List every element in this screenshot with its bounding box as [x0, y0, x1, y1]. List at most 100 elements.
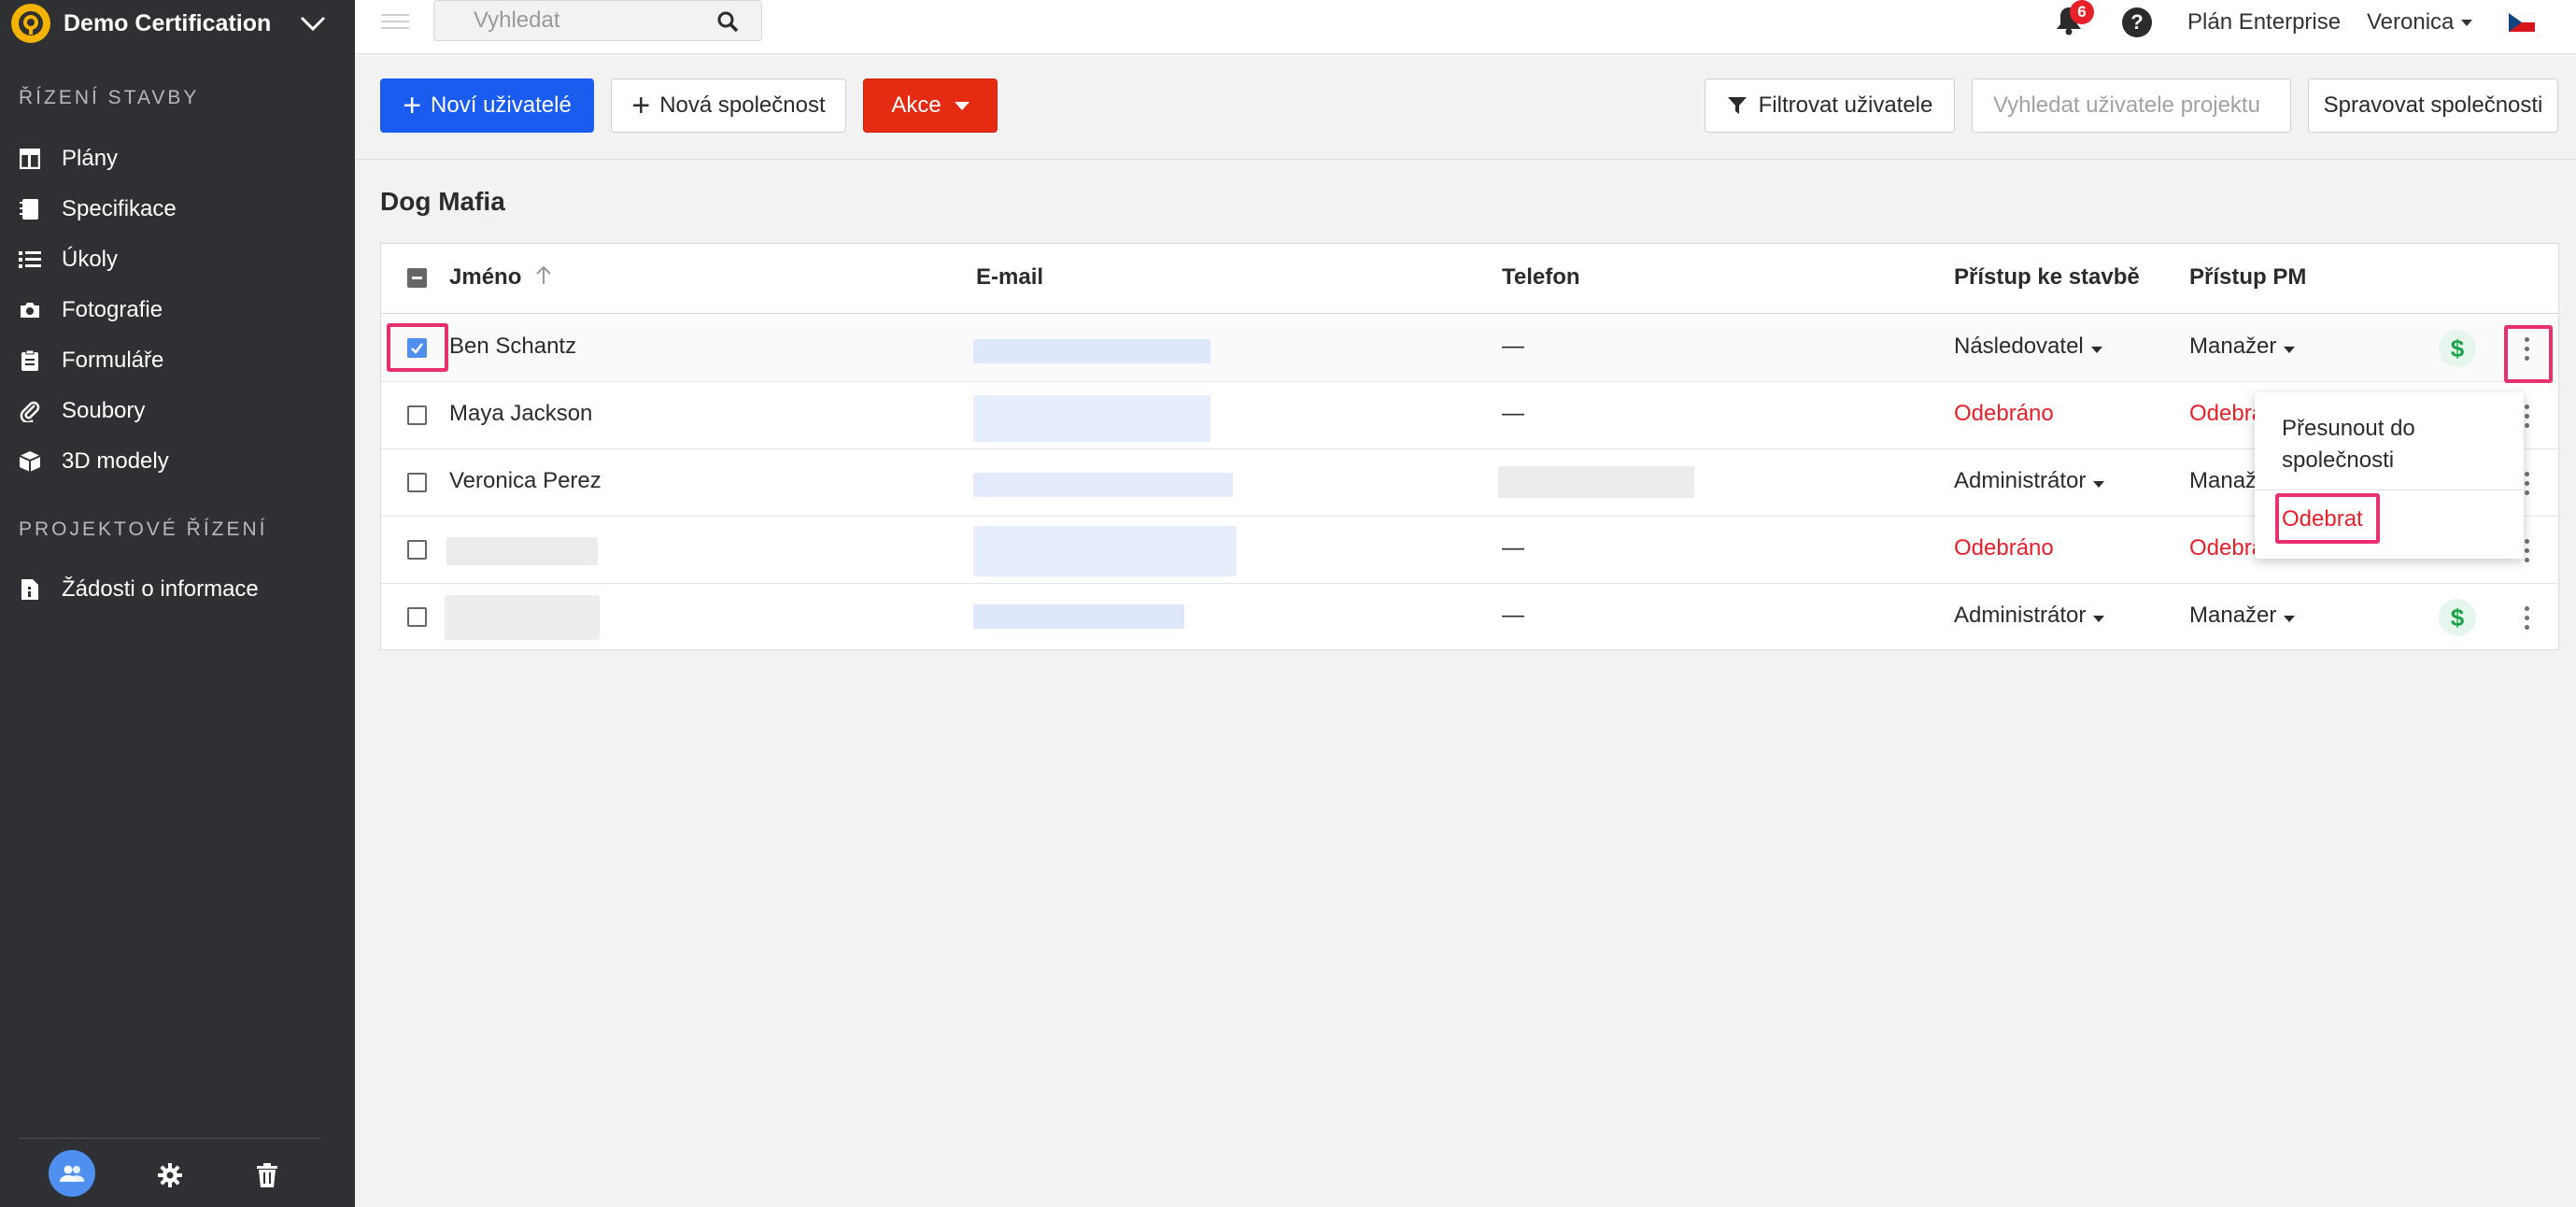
sidebar-item-forms[interactable]: Formuláře: [0, 337, 355, 384]
sidebar-item-label: Specifikace: [62, 196, 177, 221]
sidebar-item-label: Žádosti o informace: [62, 576, 259, 602]
construction-access-status: Odebráno: [1954, 401, 2054, 426]
actions-button[interactable]: Akce: [863, 78, 998, 133]
sidebar-header[interactable]: Demo Certification: [0, 0, 355, 47]
search-icon[interactable]: [716, 10, 739, 37]
project-title: Demo Certification: [64, 9, 272, 36]
plan-label[interactable]: Plán Enterprise: [2187, 9, 2341, 36]
dollar-icon[interactable]: $: [2439, 330, 2476, 367]
redacted-email: [973, 395, 1210, 442]
column-header-phone[interactable]: Telefon: [1502, 264, 1580, 291]
table-row[interactable]: Maya Jackson — Odebráno Odebráno: [381, 382, 2558, 449]
redacted-email: [973, 473, 1233, 497]
tasks-icon: [19, 248, 41, 271]
gear-icon[interactable]: [146, 1151, 194, 1200]
row-actions-dropdown: Přesunout do společnosti Odebrat: [2255, 392, 2524, 559]
search-input[interactable]: [474, 7, 698, 34]
user-name: Veronica Perez: [449, 468, 602, 493]
section-construction-heading: ŘÍZENÍ STAVBY: [19, 87, 200, 108]
sidebar-item-plans[interactable]: Plány: [0, 135, 355, 182]
plus-icon: +: [403, 88, 422, 123]
toolbar-divider: [355, 159, 2576, 160]
move-to-company-menu-item[interactable]: Přesunout do společnosti: [2282, 413, 2469, 476]
camera-icon: [19, 299, 41, 321]
construction-access-dropdown[interactable]: Administrátor: [1954, 468, 2105, 494]
redacted-name: [446, 537, 598, 565]
construction-access-dropdown[interactable]: Následovatel: [1954, 334, 2102, 360]
sidebar-item-label: Úkoly: [62, 247, 119, 272]
hamburger-menu-icon[interactable]: [381, 9, 409, 36]
column-header-name[interactable]: Jméno: [449, 264, 552, 291]
help-icon[interactable]: ?: [2122, 7, 2152, 37]
pm-access-dropdown[interactable]: Manažer: [2189, 603, 2296, 629]
czech-flag-icon[interactable]: [2508, 12, 2536, 32]
sidebar-item-label: Formuláře: [62, 348, 164, 373]
table-header: Jméno E-mail Telefon Přístup ke stavbě P…: [381, 244, 2558, 314]
user-name: Veronica: [2367, 9, 2455, 35]
cube-icon: [19, 450, 41, 473]
user-phone: —: [1502, 334, 1524, 359]
sidebar-footer-divider: [19, 1138, 321, 1139]
sidebar-item-rfi[interactable]: Žádosti o informace: [0, 566, 355, 613]
remove-menu-item[interactable]: Odebrat: [2282, 506, 2363, 532]
sidebar-item-label: 3D modely: [62, 448, 169, 474]
redacted-email: [973, 526, 1237, 576]
dollar-icon[interactable]: $: [2439, 599, 2476, 636]
trash-icon[interactable]: [243, 1151, 291, 1200]
user-phone: —: [1502, 401, 1524, 426]
new-company-button[interactable]: + Nová společnost: [611, 78, 846, 133]
sidebar: Demo Certification ŘÍZENÍ STAVBY Plány S…: [0, 0, 355, 1207]
sidebar-item-specifications[interactable]: Specifikace: [0, 186, 355, 233]
chevron-down-icon[interactable]: [299, 9, 327, 37]
row-checkbox[interactable]: [407, 405, 427, 425]
clipboard-icon: [19, 349, 41, 372]
table-row[interactable]: Ben Schantz — Následovatel Manažer $: [381, 315, 2558, 382]
table-row[interactable]: — Odebráno Odebráno: [381, 517, 2558, 584]
new-users-button[interactable]: + Noví uživatelé: [380, 78, 594, 133]
column-header-pm-access[interactable]: Přístup PM: [2189, 264, 2306, 291]
sidebar-item-3d-models[interactable]: 3D modely: [0, 438, 355, 485]
column-header-email[interactable]: E-mail: [976, 264, 1043, 291]
table-row[interactable]: Veronica Perez Administrátor Manažer: [381, 449, 2558, 517]
redacted-phone: [1498, 466, 1694, 498]
redacted-email: [973, 339, 1210, 363]
sidebar-item-label: Soubory: [62, 398, 146, 423]
row-checkbox[interactable]: [407, 338, 427, 358]
row-checkbox[interactable]: [407, 607, 427, 627]
sidebar-item-photos[interactable]: Fotografie: [0, 287, 355, 334]
filter-icon: [1727, 95, 1748, 116]
row-checkbox[interactable]: [407, 473, 427, 492]
caret-down-icon: [2461, 19, 2473, 26]
table-row[interactable]: — Administrátor Manažer $: [381, 584, 2558, 651]
redacted-name: [445, 595, 600, 640]
plus-icon: +: [631, 88, 651, 123]
sidebar-item-tasks[interactable]: Úkoly: [0, 236, 355, 283]
sidebar-item-label: Plány: [62, 146, 119, 171]
construction-access-dropdown[interactable]: Administrátor: [1954, 603, 2105, 629]
user-phone: —: [1502, 603, 1524, 628]
select-all-checkbox[interactable]: [407, 268, 427, 288]
manage-companies-button[interactable]: Spravovat společnosti: [2308, 78, 2558, 133]
sidebar-item-files[interactable]: Soubory: [0, 388, 355, 434]
user-name: Ben Schantz: [449, 334, 577, 359]
caret-down-icon: [2093, 481, 2105, 488]
user-phone: —: [1502, 535, 1524, 561]
app-logo-icon: [11, 4, 50, 43]
user-menu[interactable]: Veronica: [2367, 9, 2473, 36]
column-header-construction-access[interactable]: Přístup ke stavbě: [1954, 264, 2140, 291]
caret-down-icon: [2093, 616, 2105, 622]
top-bar: 6 ? Plán Enterprise Veronica: [355, 0, 2576, 54]
filter-users-button[interactable]: Filtrovat uživatele: [1705, 78, 1955, 133]
global-search[interactable]: [433, 0, 762, 41]
company-name-heading: Dog Mafia: [380, 187, 505, 216]
users-icon[interactable]: [49, 1150, 95, 1197]
row-actions-menu-icon[interactable]: [2512, 599, 2541, 636]
users-table: Jméno E-mail Telefon Přístup ke stavbě P…: [380, 243, 2559, 650]
specs-icon: [19, 198, 41, 220]
row-actions-menu-icon[interactable]: [2512, 330, 2541, 367]
project-users-search-input[interactable]: [1972, 78, 2291, 133]
pm-access-dropdown[interactable]: Manažer: [2189, 334, 2296, 360]
redacted-email: [973, 604, 1184, 629]
row-checkbox[interactable]: [407, 540, 427, 560]
plans-icon: [19, 148, 41, 170]
